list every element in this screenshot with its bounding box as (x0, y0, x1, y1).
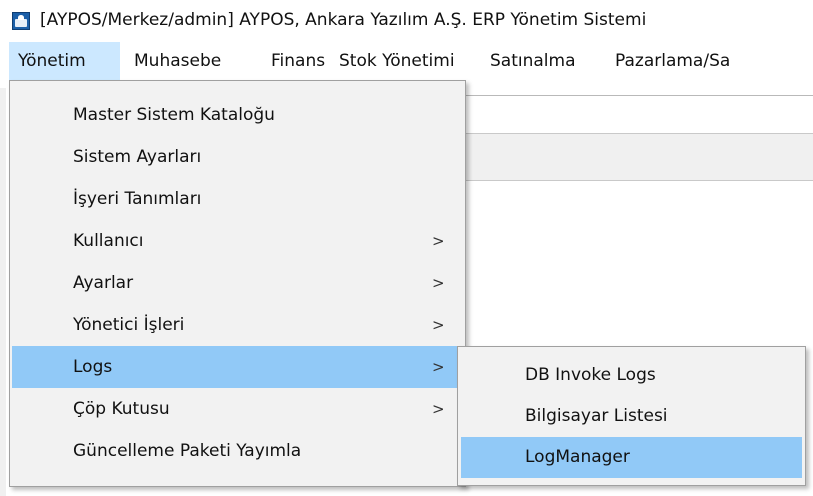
chevron-right-icon: > (432, 274, 445, 292)
menu-item-master-sistem-katalogu[interactable]: Master Sistem Kataloğu (12, 94, 463, 136)
menu-item-ayarlar[interactable]: Ayarlar > (12, 262, 463, 304)
menu-item-label: Çöp Kutusu (73, 399, 170, 419)
menu-muhasebe[interactable]: Muhasebe (125, 42, 230, 80)
menu-finans[interactable]: Finans (262, 42, 334, 80)
chevron-right-icon: > (432, 232, 445, 250)
menu-yonetim[interactable]: Yönetim (9, 42, 120, 80)
menu-item-kullanici[interactable]: Kullanıcı > (12, 220, 463, 262)
menu-satinalma[interactable]: Satınalma (481, 42, 585, 80)
title-bar: [AYPOS/Merkez/admin] AYPOS, Ankara Yazıl… (0, 0, 813, 42)
submenu-item-label: Bilgisayar Listesi (525, 406, 668, 426)
menu-item-isyeri-tanimlari[interactable]: İşyeri Tanımları (12, 178, 463, 220)
app-icon[interactable] (12, 12, 30, 30)
menu-item-label: Logs (73, 357, 113, 377)
submenu-item-label: LogManager (525, 447, 630, 467)
menu-pazarlama[interactable]: Pazarlama/Sa (606, 42, 739, 80)
menu-item-sistem-ayarlari[interactable]: Sistem Ayarları (12, 136, 463, 178)
menu-item-label: Sistem Ayarları (73, 147, 202, 167)
chevron-right-icon: > (432, 316, 445, 334)
yonetim-dropdown-menu: Master Sistem Kataloğu Sistem Ayarları İ… (9, 80, 466, 487)
menu-item-label: İşyeri Tanımları (73, 189, 202, 209)
submenu-item-logmanager[interactable]: LogManager (461, 437, 802, 478)
menu-item-logs[interactable]: Logs > (12, 346, 463, 388)
menu-item-yonetici-isleri[interactable]: Yönetici İşleri > (12, 304, 463, 346)
chevron-right-icon: > (432, 358, 445, 376)
window-title: [AYPOS/Merkez/admin] AYPOS, Ankara Yazıl… (40, 10, 647, 30)
menu-item-cop-kutusu[interactable]: Çöp Kutusu > (12, 388, 463, 430)
submenu-item-bilgisayar-listesi[interactable]: Bilgisayar Listesi (461, 396, 802, 437)
menu-item-label: Yönetici İşleri (73, 315, 185, 335)
submenu-item-label: DB Invoke Logs (525, 365, 656, 385)
submenu-item-db-invoke-logs[interactable]: DB Invoke Logs (461, 355, 802, 396)
menu-item-label: Master Sistem Kataloğu (73, 105, 275, 125)
logs-submenu: DB Invoke Logs Bilgisayar Listesi LogMan… (457, 346, 806, 486)
window-left-edge (0, 88, 6, 496)
menu-item-guncelleme-paketi-yayimla[interactable]: Güncelleme Paketi Yayımla (12, 430, 463, 472)
menu-bar: Yönetim Muhasebe Finans Stok Yönetimi Sa… (0, 42, 813, 80)
menu-item-label: Güncelleme Paketi Yayımla (73, 441, 302, 461)
menu-item-label: Kullanıcı (73, 231, 144, 251)
menu-stok-yonetimi[interactable]: Stok Yönetimi (330, 42, 464, 80)
window-divider (460, 95, 813, 96)
menu-item-label: Ayarlar (73, 273, 134, 293)
toolbar-area (460, 133, 813, 181)
chevron-right-icon: > (432, 400, 445, 418)
